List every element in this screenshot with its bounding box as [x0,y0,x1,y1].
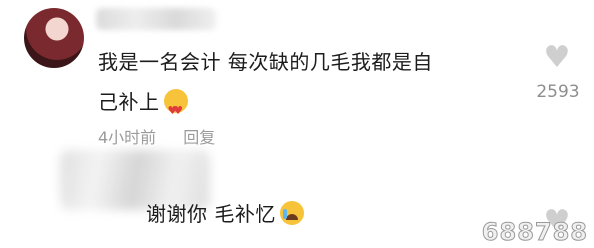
comment-line-2: 己补上 [98,82,518,131]
like-heart-icon[interactable]: ♥ [542,43,572,73]
watermark: 688788 [481,218,588,247]
timestamp: 4小时前 [98,128,157,147]
avatar[interactable] [24,8,84,68]
comment-meta: 4小时前 回复 [98,124,237,148]
heart-eyes-emoji-icon [163,89,188,131]
username-redacted [96,8,216,30]
crying-face-emoji-icon [279,201,304,225]
reply-body: 谢谢你 毛补忆 [146,198,304,227]
like-count: 2593 [536,82,580,102]
comment-body: 我是一名会计 每次缺的几毛我都是自 己补上 [98,42,518,131]
reply-button[interactable]: 回复 [183,128,215,147]
comment-line-1: 我是一名会计 每次缺的几毛我都是自 [98,50,433,74]
